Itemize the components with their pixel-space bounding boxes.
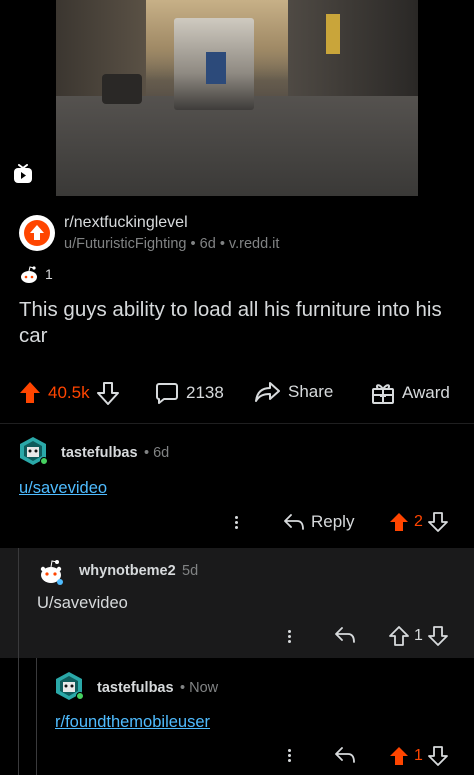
award-label: Award [402, 383, 450, 402]
subreddit-upvote-icon [24, 220, 50, 246]
post-vote-group: 40.5k [19, 381, 119, 405]
more-icon[interactable] [234, 514, 238, 531]
award-snoo-icon [21, 266, 37, 283]
downvote-icon[interactable] [428, 512, 448, 532]
thread-line[interactable] [36, 658, 37, 775]
thread-line[interactable] [18, 658, 19, 775]
post-domain[interactable]: v.redd.it [229, 236, 280, 252]
share-button[interactable]: Share [255, 381, 333, 403]
upvote-icon[interactable] [389, 746, 409, 766]
comment-age: 5d [182, 563, 199, 579]
avatar[interactable] [18, 436, 48, 466]
comment-vote-group: 1 [389, 746, 448, 766]
reply-label: Reply [311, 512, 355, 531]
subreddit-avatar[interactable] [19, 215, 55, 251]
divider [0, 423, 474, 424]
video-scene-sign [326, 14, 340, 54]
comment-score: 2 [414, 513, 423, 530]
post-title[interactable]: This guys ability to load all his furnit… [19, 297, 459, 349]
comment[interactable]: tastefulbas • 6d u/savevideo Reply 2 [0, 430, 474, 548]
meta-sep: • [219, 236, 229, 252]
video-scene-window [206, 52, 226, 84]
video-icon [14, 164, 32, 183]
comment-icon [156, 383, 178, 404]
video-scene-car [102, 74, 142, 104]
more-icon[interactable] [287, 747, 291, 764]
share-label: Share [288, 382, 334, 401]
comment[interactable]: tastefulbas • Now r/foundthemobileuser 1 [0, 658, 474, 775]
award-count: 1 [45, 266, 53, 282]
reply-icon [335, 627, 355, 643]
post-age: 6d [199, 236, 216, 252]
comment-body-link[interactable]: u/savevideo [19, 479, 107, 498]
award-button[interactable]: Award [371, 381, 450, 405]
award-icon [372, 384, 394, 404]
comment-vote-group: 1 [389, 626, 448, 646]
upvote-count: 40.5k [48, 383, 90, 402]
upvote-icon[interactable] [389, 512, 409, 532]
reply-button[interactable] [334, 627, 356, 643]
comment-author[interactable]: tastefulbas [61, 445, 138, 461]
comment-time: • Now [180, 680, 219, 696]
subreddit-name[interactable]: r/nextfuckinglevel [64, 214, 188, 232]
thread-line[interactable] [18, 548, 19, 658]
comment-count: 2138 [186, 383, 224, 402]
meta-sep: • [190, 236, 200, 252]
upvote-icon[interactable] [389, 626, 409, 646]
avatar[interactable] [36, 556, 66, 586]
reply-button[interactable]: Reply [283, 512, 354, 532]
share-icon [255, 382, 280, 402]
reply-icon [284, 514, 304, 530]
post-meta: u/FuturisticFighting • 6d • v.redd.it [64, 236, 279, 252]
comment-score: 1 [414, 627, 423, 644]
video-player[interactable] [0, 0, 474, 205]
comment-age: Now [189, 680, 219, 696]
post-awards[interactable]: 1 [19, 264, 53, 284]
video-scene-road [56, 96, 418, 196]
reply-button[interactable] [334, 747, 356, 763]
comment[interactable]: whynotbeme2 5d U/savevideo 1 [0, 548, 474, 658]
video-thumbnail[interactable] [56, 0, 418, 196]
more-icon[interactable] [287, 628, 291, 645]
upvote-icon[interactable] [19, 381, 41, 405]
avatar[interactable] [54, 671, 84, 701]
post-author[interactable]: u/FuturisticFighting [64, 236, 187, 252]
comment-score: 1 [414, 747, 423, 764]
downvote-icon[interactable] [428, 626, 448, 646]
comment-author[interactable]: tastefulbas [97, 680, 174, 696]
comment-body-link[interactable]: r/foundthemobileuser [55, 713, 210, 732]
comment-age: 6d [153, 445, 170, 461]
post-action-bar: 40.5k 2138 Share Award [0, 378, 474, 410]
comment-body[interactable]: U/savevideo [37, 594, 128, 613]
downvote-icon[interactable] [428, 746, 448, 766]
reply-icon [335, 747, 355, 763]
comment-time: • 6d [144, 445, 170, 461]
comments-button[interactable]: 2138 [155, 381, 224, 405]
downvote-icon[interactable] [96, 381, 119, 405]
comment-author[interactable]: whynotbeme2 [79, 563, 176, 579]
comment-vote-group: 2 [389, 512, 448, 532]
